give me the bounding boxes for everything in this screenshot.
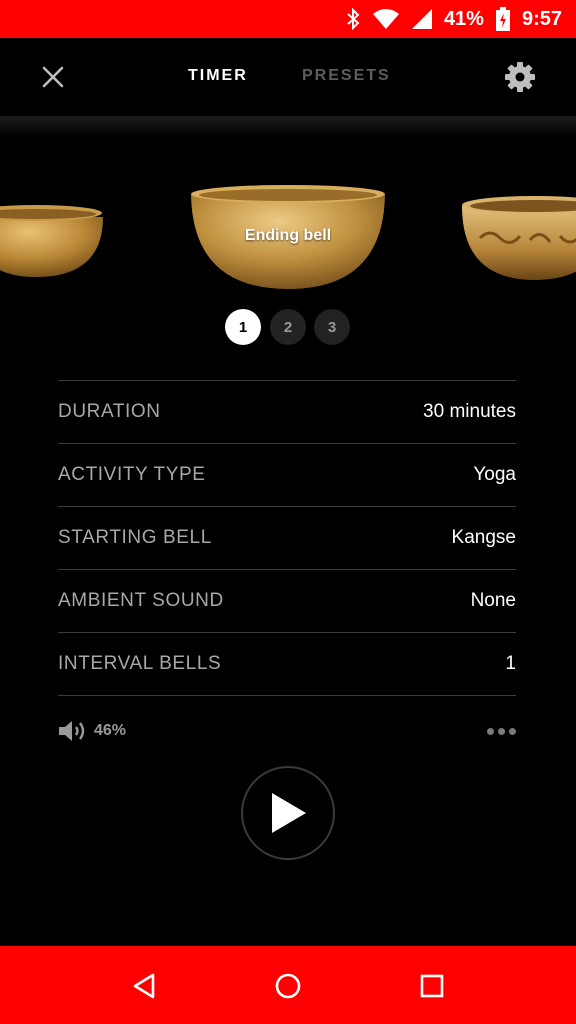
ambient-sound-row[interactable]: AMBIENT SOUND None — [58, 570, 516, 633]
ambient-sound-label: AMBIENT SOUND — [58, 590, 224, 611]
tab-presets[interactable]: PRESETS — [302, 67, 391, 85]
close-icon — [42, 66, 64, 88]
home-button[interactable] — [268, 966, 308, 1006]
duration-value: 30 minutes — [423, 401, 516, 422]
activity-type-label: ACTIVITY TYPE — [58, 464, 206, 485]
starting-bell-value: Kangse — [451, 527, 516, 548]
duration-row[interactable]: DURATION 30 minutes — [58, 381, 516, 444]
close-button[interactable] — [36, 60, 70, 94]
more-icon-dot — [487, 727, 494, 735]
page-dot-3[interactable]: 3 — [314, 309, 350, 345]
cell-signal-icon — [411, 9, 432, 29]
bowl-caption: Ending bell — [244, 227, 332, 244]
clock: 9:57 — [521, 7, 562, 30]
settings-button[interactable] — [503, 60, 537, 94]
gear-icon — [505, 62, 535, 92]
starting-bell-label: STARTING BELL — [58, 527, 212, 548]
interval-bells-label: INTERVAL BELLS — [58, 653, 222, 674]
more-icon-dot — [498, 727, 505, 735]
recents-button[interactable] — [412, 966, 452, 1006]
starting-bell-row[interactable]: STARTING BELL Kangse — [58, 507, 516, 570]
back-button[interactable] — [124, 966, 164, 1006]
carousel-pagination: 1 2 3 — [0, 309, 576, 345]
bell-carousel[interactable]: Ending bell — [0, 180, 576, 300]
home-icon — [275, 973, 301, 999]
bluetooth-icon — [347, 8, 360, 30]
battery-charging-icon — [495, 7, 510, 31]
page-dot-1[interactable]: 1 — [225, 309, 261, 345]
activity-type-row[interactable]: ACTIVITY TYPE Yoga — [58, 444, 516, 507]
play-button[interactable] — [241, 766, 335, 860]
speaker-icon — [59, 721, 85, 741]
tab-timer[interactable]: TIMER — [188, 67, 248, 85]
more-options-button[interactable] — [487, 724, 516, 739]
ambient-sound-value: None — [470, 590, 516, 611]
timer-settings-list: DURATION 30 minutes ACTIVITY TYPE Yoga S… — [58, 380, 516, 696]
bowl-image-next[interactable] — [460, 192, 576, 280]
interval-bells-row[interactable]: INTERVAL BELLS 1 — [58, 633, 516, 696]
interval-bells-value: 1 — [505, 653, 516, 674]
play-icon — [272, 793, 306, 833]
page-dot-2[interactable]: 2 — [270, 309, 306, 345]
more-icon-dot — [509, 727, 516, 735]
header-shadow — [0, 116, 576, 138]
volume-row: 46% — [58, 716, 516, 746]
navigation-bar — [0, 946, 576, 1024]
app-header: TIMER PRESETS — [0, 38, 576, 116]
volume-control[interactable]: 46% — [58, 719, 126, 743]
recents-icon — [420, 974, 444, 998]
activity-type-value: Yoga — [473, 464, 516, 485]
volume-percent: 46% — [94, 722, 127, 739]
battery-percent: 41% — [443, 7, 484, 30]
duration-label: DURATION — [58, 401, 161, 422]
wifi-icon — [372, 9, 399, 29]
bowl-image-previous[interactable] — [0, 195, 103, 277]
back-icon — [133, 973, 155, 999]
status-bar: 41% 9:57 — [0, 0, 576, 38]
